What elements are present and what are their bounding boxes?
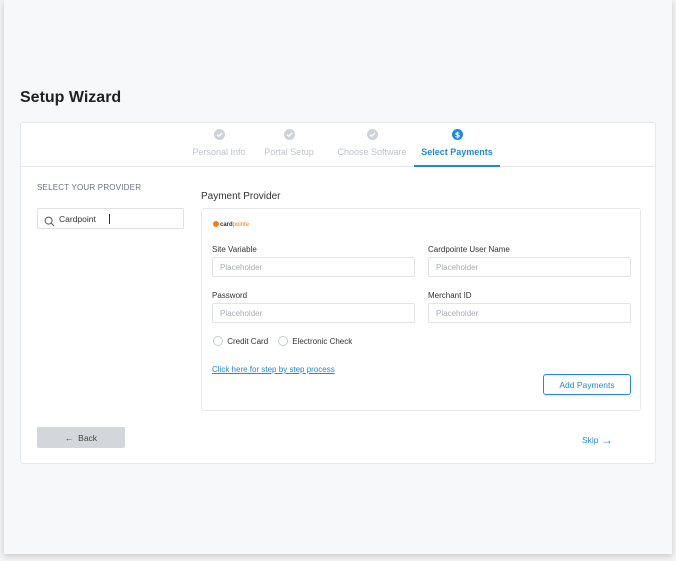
step-choose-software[interactable]: Choose Software (337, 129, 407, 167)
wizard-page: Setup Wizard Personal Info Portal Setup … (4, 0, 672, 554)
payment-provider-heading: Payment Provider (201, 191, 281, 202)
wizard-card: Personal Info Portal Setup Choose Softwa… (20, 122, 656, 464)
step-label: Personal Info (192, 147, 246, 157)
stepper: Personal Info Portal Setup Choose Softwa… (21, 123, 655, 167)
site-variable-label: Site Variable (212, 245, 257, 254)
step-portal-setup[interactable]: Portal Setup (261, 129, 317, 167)
password-label: Password (212, 291, 248, 300)
site-variable-field[interactable] (212, 257, 415, 277)
user-name-field[interactable] (428, 257, 631, 277)
step-label: Choose Software (337, 147, 407, 157)
credit-card-option[interactable]: Credit Card (213, 336, 268, 346)
step-by-step-link[interactable]: Click here for step by step process (212, 365, 335, 374)
step-select-payments[interactable]: $ Select Payments (414, 129, 500, 167)
back-label: Back (78, 432, 98, 443)
step-label: Portal Setup (264, 147, 314, 157)
electronic-check-checkbox[interactable] (278, 336, 288, 346)
back-button[interactable]: ← Back (37, 427, 125, 448)
svg-text:$: $ (454, 130, 460, 139)
text-cursor (109, 214, 110, 224)
check-icon (283, 129, 295, 140)
merchant-id-label: Merchant ID (428, 291, 472, 300)
skip-label: Skip (582, 435, 599, 445)
merchant-id-field[interactable] (428, 303, 631, 323)
arrow-right-icon: → (600, 433, 613, 447)
user-name-label: Cardpointe User Name (428, 245, 510, 254)
arrow-left-icon: ← (64, 432, 74, 443)
check-icon (213, 129, 225, 140)
credit-card-checkbox[interactable] (213, 336, 223, 346)
credit-card-label: Credit Card (227, 337, 269, 346)
cardpointe-logo: cardpointe (213, 221, 249, 228)
search-value: Cardpoint (59, 214, 96, 224)
skip-button[interactable]: Skip → (582, 433, 613, 447)
payment-provider-form: cardpointe Site Variable Cardpointe User… (201, 208, 641, 411)
step-label: Select Payments (421, 147, 493, 157)
add-payments-button[interactable]: Add Payments (543, 374, 631, 395)
step-personal-info[interactable]: Personal Info (187, 129, 251, 167)
provider-search-input[interactable]: Cardpoint (37, 208, 184, 229)
provider-heading: SELECT YOUR PROVIDER (37, 183, 142, 192)
dollar-icon: $ (451, 129, 463, 140)
password-field[interactable] (212, 303, 415, 323)
logo-mark-icon (213, 221, 219, 227)
electronic-check-option[interactable]: Electronic Check (278, 336, 352, 346)
search-icon (44, 214, 55, 232)
electronic-check-label: Electronic Check (292, 337, 353, 346)
check-icon (366, 129, 378, 140)
page-title: Setup Wizard (20, 89, 122, 106)
